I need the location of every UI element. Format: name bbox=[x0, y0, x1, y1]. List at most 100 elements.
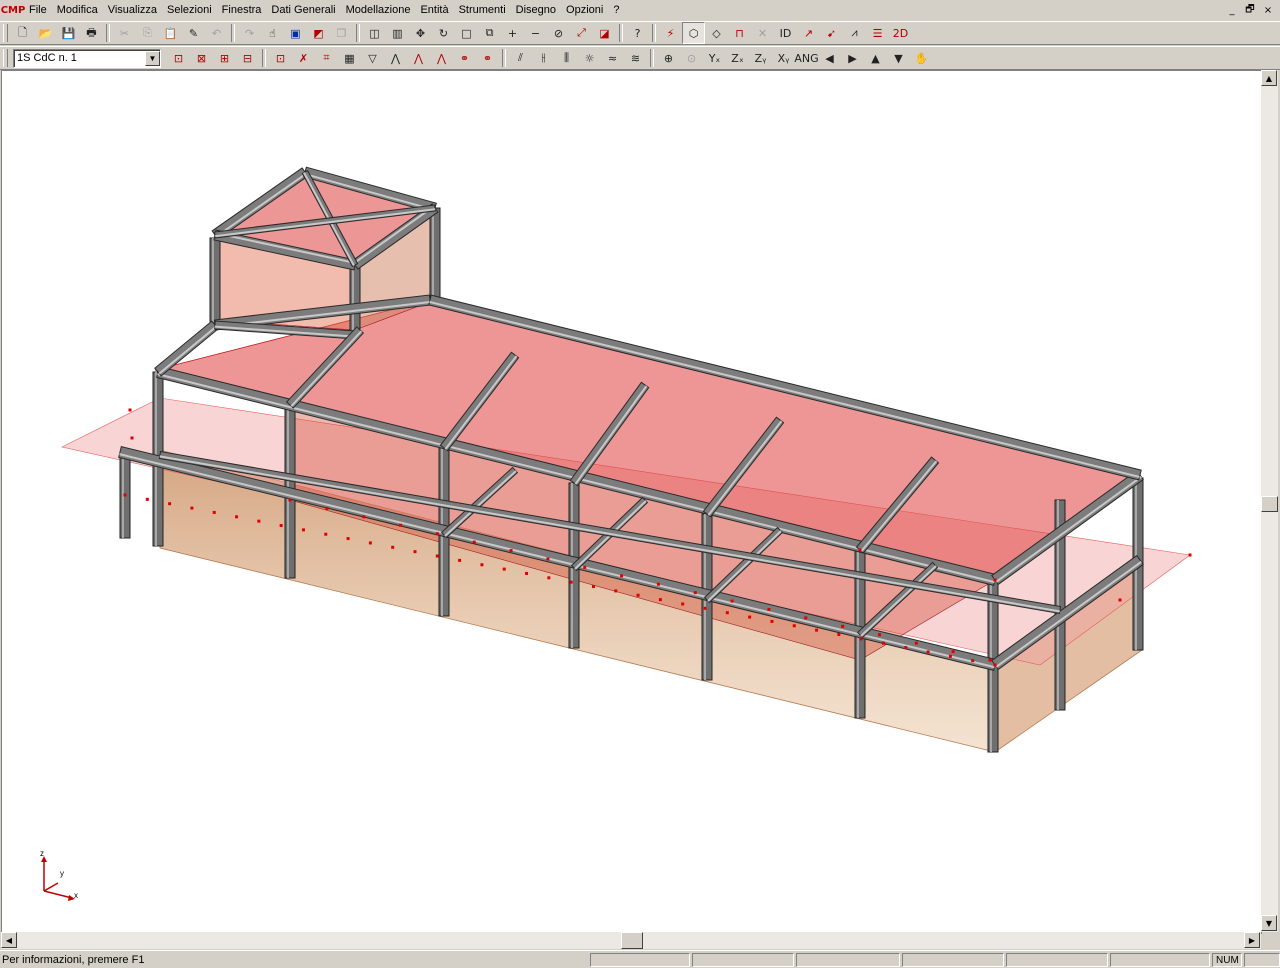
link-a-icon[interactable]: ⚭ bbox=[453, 47, 476, 69]
move-icon[interactable]: ✥ bbox=[409, 22, 432, 44]
tool-b-icon[interactable]: ◪ bbox=[593, 22, 616, 44]
link-b-icon[interactable]: ⚭ bbox=[476, 47, 499, 69]
axis-triad: z y x bbox=[36, 847, 86, 907]
node-view-icon[interactable]: ⩘ bbox=[843, 22, 866, 44]
filter-c-icon[interactable]: ⌗ bbox=[315, 47, 338, 69]
level-down-icon[interactable]: ▼ bbox=[887, 47, 910, 69]
shape-c-icon[interactable]: ⋀ bbox=[430, 47, 453, 69]
scroll-up-icon[interactable]: ▲ bbox=[1261, 70, 1277, 86]
menu-item-modifica[interactable]: Modifica bbox=[52, 1, 103, 19]
load-arrow-icon[interactable]: ➹ bbox=[820, 22, 843, 44]
view-yx-icon[interactable]: Yₓ bbox=[703, 47, 726, 69]
deform-b-icon[interactable]: ≋ bbox=[624, 47, 647, 69]
vertical-scrollbar[interactable]: ▲ ▼ bbox=[1261, 70, 1278, 932]
zoom-window-icon[interactable]: ⊕ bbox=[657, 47, 680, 69]
hand-select-icon[interactable]: ☝ bbox=[261, 22, 284, 44]
menu-item-modellazione[interactable]: Modellazione bbox=[341, 1, 416, 19]
view-2d-icon[interactable]: 2D bbox=[889, 22, 912, 44]
horizontal-scrollbar[interactable]: ◀ ▶ bbox=[1, 932, 1261, 949]
cut-icon[interactable]: ✂ bbox=[113, 22, 136, 44]
menu-item-visualizza[interactable]: Visualizza bbox=[103, 1, 162, 19]
new-file-icon[interactable]: 🗋 bbox=[11, 22, 34, 44]
rotate-icon[interactable]: ↻ bbox=[432, 22, 455, 44]
angle-icon[interactable]: ANG bbox=[794, 47, 818, 69]
toolbar-grip[interactable] bbox=[3, 24, 8, 42]
zoom-prev-icon[interactable]: ⊙ bbox=[680, 47, 703, 69]
filter-b-icon[interactable]: ✗ bbox=[292, 47, 315, 69]
minimize-icon[interactable]: _ bbox=[1224, 3, 1240, 17]
restore-icon[interactable]: 🗗 bbox=[1242, 3, 1258, 17]
scroll-left-icon[interactable]: ◀ bbox=[1, 932, 17, 948]
menu-item-selezioni[interactable]: Selezioni bbox=[162, 1, 217, 19]
print-icon[interactable]: 🖶 bbox=[80, 22, 103, 44]
menu-item-entit[interactable]: Entità bbox=[415, 1, 453, 19]
view-zy-icon[interactable]: Zᵧ bbox=[749, 47, 772, 69]
shape-a-icon[interactable]: ⋀ bbox=[384, 47, 407, 69]
layers-icon[interactable]: ❐ bbox=[330, 22, 353, 44]
filter-a-icon[interactable]: ⊡ bbox=[269, 47, 292, 69]
zoom-out-icon[interactable]: − bbox=[524, 22, 547, 44]
scroll-right-icon[interactable]: ▶ bbox=[1244, 932, 1260, 948]
sel-clear-icon[interactable]: ⊟ bbox=[236, 47, 259, 69]
model-viewport[interactable]: z y x bbox=[1, 70, 1262, 934]
menu-item-[interactable]: ? bbox=[608, 1, 624, 19]
window-split-icon[interactable]: ▥ bbox=[386, 22, 409, 44]
load-case-select[interactable]: 1S CdC n. 1 ▼ bbox=[13, 48, 161, 68]
no-zoom-icon[interactable]: ⊘ bbox=[547, 22, 570, 44]
sel-cross-icon[interactable]: ⊠ bbox=[190, 47, 213, 69]
help-pointer-icon[interactable]: ? bbox=[626, 22, 649, 44]
view-pick-icon[interactable]: ◩ bbox=[307, 22, 330, 44]
menu-item-file[interactable]: File bbox=[24, 1, 52, 19]
level-up-icon[interactable]: ▲ bbox=[864, 47, 887, 69]
wand-icon[interactable]: ⚡ bbox=[659, 22, 682, 44]
axis-view-icon[interactable]: ✕ bbox=[751, 22, 774, 44]
chevron-down-icon[interactable]: ▼ bbox=[145, 50, 160, 66]
menu-item-opzioni[interactable]: Opzioni bbox=[561, 1, 608, 19]
toolbar-grip[interactable] bbox=[3, 49, 8, 67]
menu-item-strumenti[interactable]: Strumenti bbox=[454, 1, 511, 19]
deform-a-icon[interactable]: ≈ bbox=[601, 47, 624, 69]
open-folder-icon[interactable]: 📂 bbox=[34, 22, 57, 44]
paste-icon[interactable]: 📋 bbox=[159, 22, 182, 44]
menu-item-finestra[interactable]: Finestra bbox=[217, 1, 267, 19]
diagram-b-icon[interactable]: ⫲ bbox=[532, 47, 555, 69]
save-icon[interactable]: 💾 bbox=[57, 22, 80, 44]
window-tile-icon[interactable]: ◫ bbox=[363, 22, 386, 44]
menu-item-disegno[interactable]: Disegno bbox=[511, 1, 561, 19]
solid-view-icon[interactable]: ⬡ bbox=[682, 22, 705, 44]
close-icon[interactable]: × bbox=[1260, 3, 1276, 17]
vertical-scroll-thumb[interactable] bbox=[1261, 496, 1278, 512]
diagram-a-icon[interactable]: ⫽ bbox=[509, 47, 532, 69]
tool-a-icon[interactable]: ⤢ bbox=[570, 22, 593, 44]
diagram-c-icon[interactable]: ⫼ bbox=[555, 47, 578, 69]
duplicate-icon[interactable]: ⧉ bbox=[478, 22, 501, 44]
level-view-icon[interactable]: ☰ bbox=[866, 22, 889, 44]
undo-icon[interactable]: ↶ bbox=[205, 22, 228, 44]
scroll-down-icon[interactable]: ▼ bbox=[1261, 915, 1277, 931]
view-zx-icon[interactable]: Zₓ bbox=[726, 47, 749, 69]
view-xy-icon[interactable]: Xᵧ bbox=[772, 47, 795, 69]
step-right-icon[interactable]: ▶ bbox=[841, 47, 864, 69]
pan-hand-icon[interactable]: ✋ bbox=[910, 47, 933, 69]
lamp-icon[interactable]: ☼ bbox=[578, 47, 601, 69]
sel-frame-icon[interactable]: ⊞ bbox=[213, 47, 236, 69]
menu-item-dati-generali[interactable]: Dati Generali bbox=[266, 1, 340, 19]
redo-icon[interactable]: ↷ bbox=[238, 22, 261, 44]
horizontal-scroll-thumb[interactable] bbox=[621, 932, 643, 949]
edit-pencil-icon[interactable]: ✎ bbox=[182, 22, 205, 44]
frame-view-icon[interactable]: ⊓ bbox=[728, 22, 751, 44]
rectangle-icon[interactable]: □ bbox=[455, 22, 478, 44]
zoom-in-icon[interactable]: + bbox=[501, 22, 524, 44]
shape-b-icon[interactable]: ⋀ bbox=[407, 47, 430, 69]
zoom-extents-icon[interactable]: ▣ bbox=[284, 22, 307, 44]
copy-icon[interactable]: ⎘ bbox=[136, 22, 159, 44]
id-label-icon[interactable]: ID bbox=[774, 22, 797, 44]
step-left-icon[interactable]: ◀ bbox=[818, 47, 841, 69]
sel-window-icon[interactable]: ⊡ bbox=[167, 47, 190, 69]
node-marker bbox=[525, 571, 529, 575]
filter-d-icon[interactable]: ▦ bbox=[338, 47, 361, 69]
app-logo-icon[interactable]: CMP bbox=[1, 1, 26, 19]
local-axes-icon[interactable]: ↗ bbox=[797, 22, 820, 44]
wire-view-icon[interactable]: ◇ bbox=[705, 22, 728, 44]
funnel-icon[interactable]: ▽ bbox=[361, 47, 384, 69]
